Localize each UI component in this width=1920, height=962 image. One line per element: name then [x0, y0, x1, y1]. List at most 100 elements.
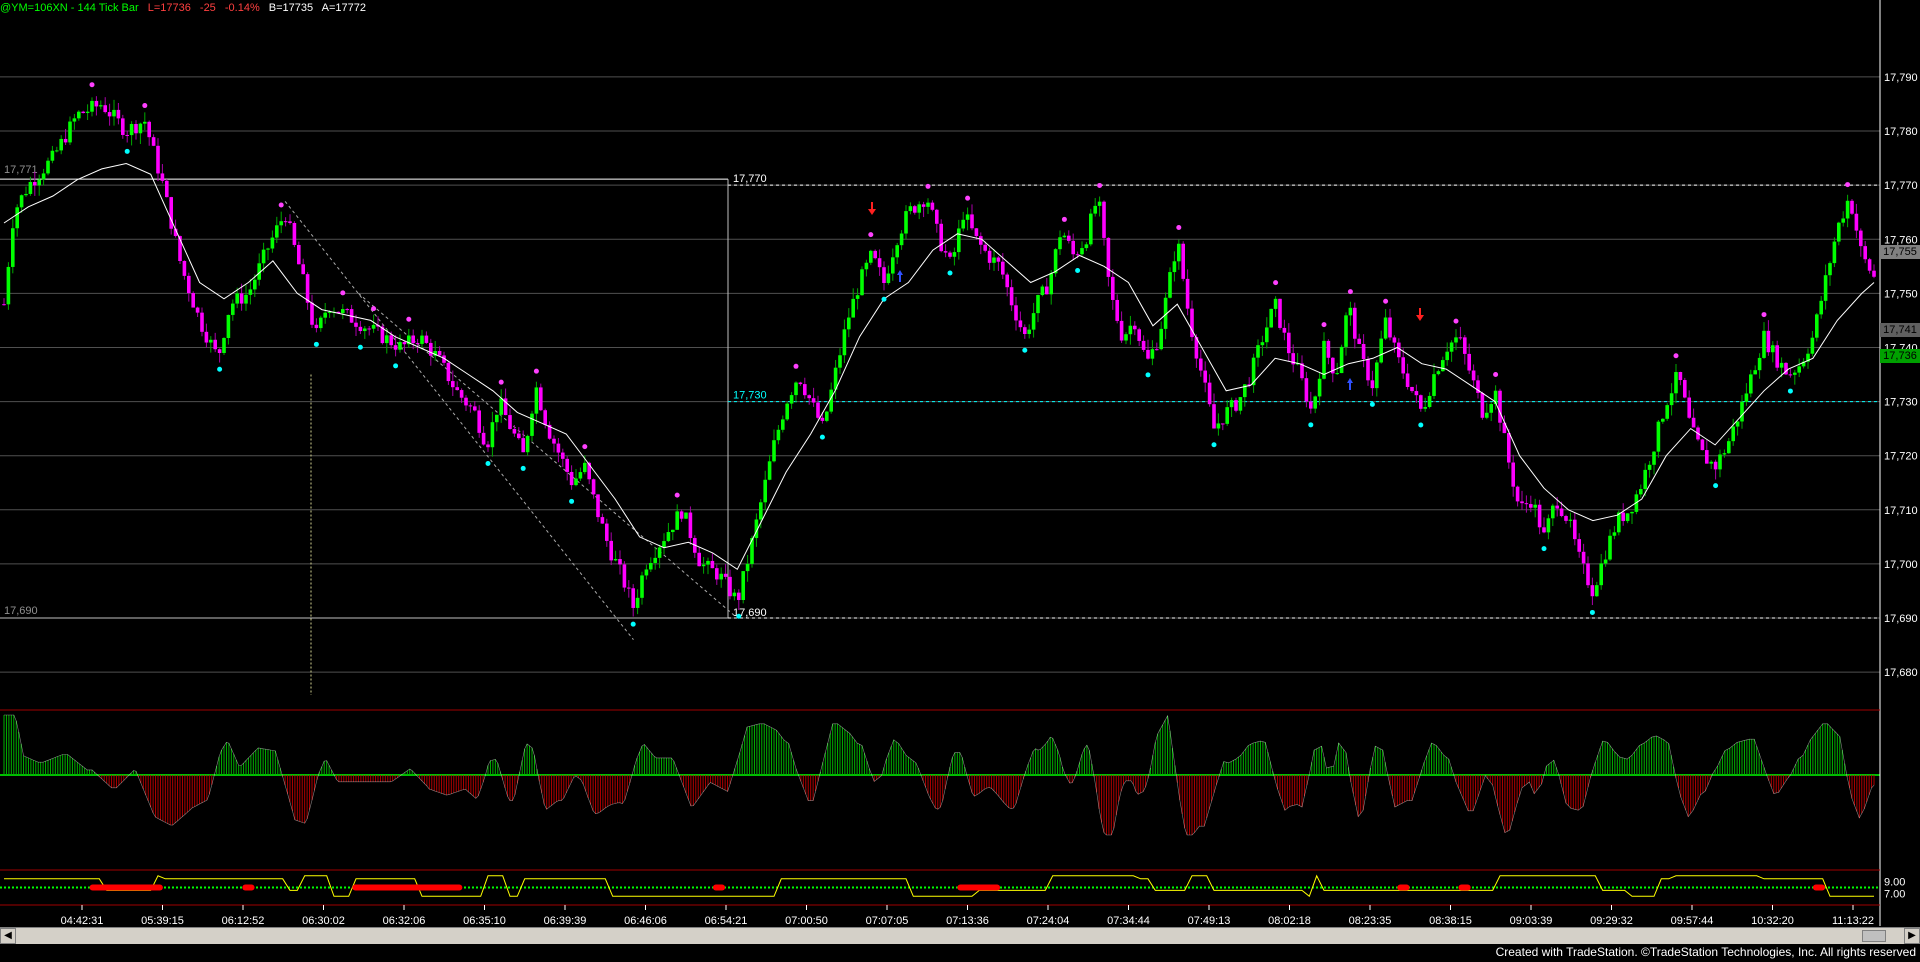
- y-tick-label: 17,730: [1884, 397, 1918, 409]
- candle-body: [1529, 504, 1533, 508]
- candle-body: [561, 452, 565, 459]
- candle-body: [46, 160, 50, 174]
- candle-body: [283, 221, 288, 223]
- candle-body: [314, 324, 319, 329]
- candle-body: [6, 266, 11, 305]
- candle-body: [917, 204, 921, 213]
- swing-high-dot: [406, 316, 412, 322]
- candle-body: [732, 592, 737, 597]
- candle-body: [759, 502, 763, 520]
- candle-body: [151, 137, 156, 146]
- candle-body: [160, 173, 165, 181]
- candle-body: [539, 387, 543, 411]
- candle-body: [983, 244, 987, 251]
- candle-body: [477, 410, 481, 433]
- net-change: -25: [199, 2, 216, 14]
- candle-body: [816, 402, 820, 418]
- level-label-17770: 17,770: [733, 173, 767, 185]
- candle-body: [1278, 298, 1282, 328]
- candle-body: [1705, 450, 1709, 464]
- candle-body: [556, 443, 561, 453]
- candle-body: [499, 398, 503, 415]
- candle-body: [785, 403, 789, 420]
- candle-body: [1397, 342, 1401, 358]
- scroll-left-button[interactable]: ◀: [0, 928, 16, 944]
- candle-body: [1845, 200, 1850, 219]
- candle-body: [1683, 380, 1687, 398]
- candle-body: [1749, 374, 1753, 394]
- candle-body: [811, 398, 816, 403]
- candle-body: [618, 559, 622, 565]
- y-tick-label: 17,770: [1884, 180, 1918, 192]
- swing-low-dot: [569, 498, 575, 504]
- candle-body: [129, 124, 134, 136]
- candle-body: [2, 304, 6, 306]
- candle-body: [1828, 263, 1832, 276]
- swing-high-dot: [1383, 298, 1389, 304]
- candle-body: [1067, 235, 1071, 241]
- candle-body: [1762, 330, 1766, 358]
- candle-body: [275, 225, 279, 238]
- candle-body: [1625, 513, 1630, 522]
- candle-body: [235, 293, 239, 304]
- candle-body: [33, 182, 37, 186]
- swing-high-dot: [1321, 322, 1327, 328]
- price-tag-2: 17,741: [1880, 323, 1920, 337]
- candle-body: [63, 138, 68, 143]
- scroll-thumb[interactable]: [1862, 930, 1886, 942]
- candle-body: [1348, 307, 1353, 316]
- candle-body: [1040, 286, 1045, 296]
- swing-low-dot: [393, 363, 399, 369]
- swing-high-dot: [1673, 353, 1679, 359]
- ind-red-segment: [957, 884, 1001, 891]
- candle-body: [209, 339, 213, 343]
- candle-body: [1665, 405, 1669, 419]
- candle-body: [1102, 201, 1106, 238]
- candle-body: [1221, 423, 1225, 425]
- candle-body: [1317, 378, 1322, 397]
- swing-high-dot: [1761, 312, 1767, 318]
- candle-body: [657, 547, 662, 558]
- swing-high-dot: [340, 290, 346, 296]
- candle-body: [1872, 270, 1876, 277]
- swing-low-dot: [1541, 546, 1547, 552]
- last-price: L=17736: [147, 2, 191, 14]
- candle-body: [1639, 489, 1643, 495]
- candle-body: [1238, 397, 1243, 411]
- candle-body: [1128, 325, 1133, 335]
- candle-body: [468, 405, 473, 407]
- candle-body: [987, 250, 992, 263]
- candle-body: [1309, 401, 1313, 409]
- candle-body: [697, 552, 701, 567]
- candle-body: [1410, 386, 1414, 392]
- swing-high-dot: [1176, 225, 1182, 231]
- swing-high-dot: [1453, 318, 1459, 324]
- candle-body: [847, 317, 851, 330]
- candle-body: [1357, 338, 1361, 344]
- swing-low-dot: [124, 148, 130, 154]
- candle-body: [1133, 325, 1137, 330]
- candle-body: [1498, 390, 1502, 423]
- candle-body: [1207, 382, 1212, 405]
- horizontal-scrollbar[interactable]: ◀ ▶: [0, 927, 1920, 944]
- candle-body: [116, 109, 121, 119]
- candle-body: [165, 180, 169, 198]
- candle-body: [1441, 360, 1445, 372]
- x-tick-label: 06:39:39: [544, 915, 587, 927]
- candle-body: [1647, 464, 1652, 470]
- swing-low-dot: [1308, 422, 1314, 428]
- candle-body: [1722, 453, 1727, 455]
- candle-body: [125, 134, 129, 136]
- candle-body: [591, 479, 596, 495]
- copyright-footer: Created with TradeStation. ©TradeStation…: [1495, 945, 1916, 959]
- candle-body: [1533, 504, 1537, 508]
- candle-body: [1524, 503, 1529, 505]
- ind-red-segment: [712, 884, 726, 891]
- candle-body: [715, 568, 719, 580]
- swing-low-dot: [630, 621, 636, 627]
- candle-body: [464, 397, 468, 406]
- candle-body: [1678, 372, 1683, 381]
- candle-body: [517, 433, 521, 439]
- scroll-right-button[interactable]: ▶: [1904, 928, 1920, 944]
- candle-body: [266, 248, 270, 250]
